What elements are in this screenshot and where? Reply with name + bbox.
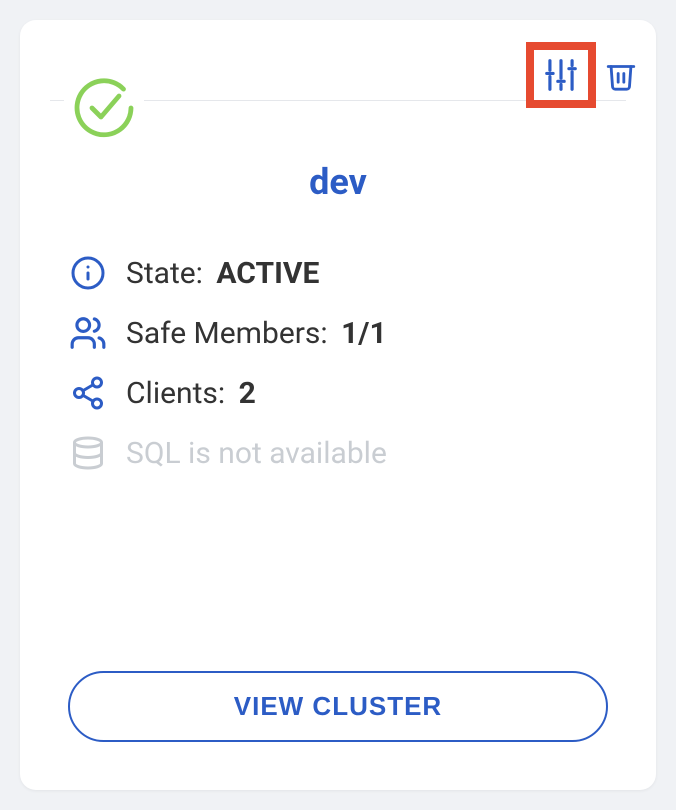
sliders-icon <box>542 56 580 94</box>
cluster-card: dev State: ACTIVE <box>20 20 656 790</box>
members-text: Safe Members: 1/1 <box>126 316 387 351</box>
cluster-stats: State: ACTIVE Safe Members: 1/1 <box>20 203 656 473</box>
state-value: ACTIVE <box>216 256 319 291</box>
trash-icon <box>604 58 638 92</box>
card-footer: VIEW CLUSTER <box>20 671 656 790</box>
stat-members: Safe Members: 1/1 <box>68 313 608 353</box>
stat-clients: Clients: 2 <box>68 373 608 413</box>
state-text: State: ACTIVE <box>126 256 319 291</box>
clients-value: 2 <box>239 376 256 411</box>
info-icon <box>68 253 108 293</box>
view-cluster-button[interactable]: VIEW CLUSTER <box>68 671 608 742</box>
delete-button[interactable] <box>604 58 638 92</box>
share-icon <box>68 373 108 413</box>
header-actions <box>526 42 638 108</box>
cluster-name: dev <box>20 161 656 203</box>
state-label: State: <box>126 256 203 291</box>
sql-text: SQL is not available <box>126 436 387 471</box>
stat-sql: SQL is not available <box>68 433 608 473</box>
clients-text: Clients: 2 <box>126 376 256 411</box>
checkmark-circle-icon <box>68 72 140 144</box>
users-icon <box>68 313 108 353</box>
settings-highlight <box>526 42 596 108</box>
members-value: 1/1 <box>341 316 387 351</box>
status-badge <box>64 68 144 148</box>
settings-button[interactable] <box>542 56 580 94</box>
card-header <box>20 20 656 101</box>
sql-label: SQL is not available <box>126 436 387 471</box>
stat-state: State: ACTIVE <box>68 253 608 293</box>
members-label: Safe Members: <box>126 316 328 351</box>
database-icon <box>68 433 108 473</box>
clients-label: Clients: <box>126 376 225 411</box>
